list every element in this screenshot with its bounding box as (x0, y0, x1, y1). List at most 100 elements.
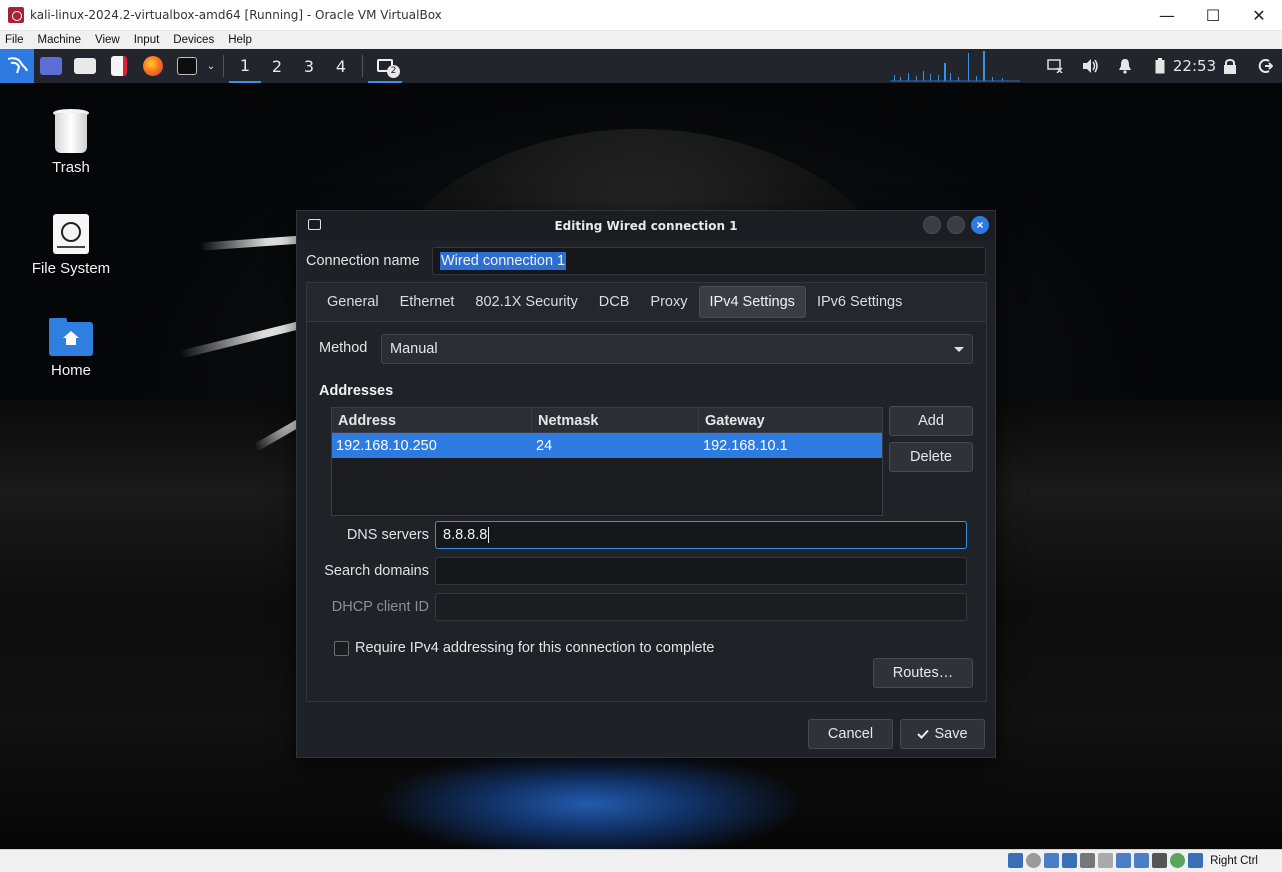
column-address[interactable]: Address (332, 408, 532, 433)
dialog-minimize-button[interactable] (923, 216, 941, 234)
wallpaper-spike (199, 235, 311, 251)
table-row[interactable]: 192.168.10.250 24 192.168.10.1 (332, 433, 882, 458)
routes-button[interactable]: Routes… (873, 658, 973, 688)
menu-machine[interactable]: Machine (38, 34, 81, 46)
method-select[interactable]: Manual (381, 334, 973, 364)
workspace-1[interactable]: 1 (229, 49, 261, 83)
column-gateway[interactable]: Gateway (699, 408, 882, 433)
host-window-title: kali-linux-2024.2-virtualbox-amd64 [Runn… (30, 8, 442, 22)
method-label: Method (319, 340, 368, 356)
recording-icon[interactable] (1134, 853, 1150, 868)
mouse-integration-icon[interactable] (1170, 853, 1186, 868)
desktop-icon-file-system[interactable]: File System (26, 214, 116, 277)
search-domains-row: Search domains (307, 557, 988, 585)
chevron-down-icon (954, 347, 964, 352)
add-address-button[interactable]: Add (889, 406, 973, 436)
drive-icon (53, 214, 89, 254)
column-netmask[interactable]: Netmask (532, 408, 699, 433)
tab-proxy[interactable]: Proxy (640, 286, 697, 318)
panel-clock[interactable]: 22:53 (1173, 49, 1216, 83)
logout-icon[interactable] (1247, 49, 1282, 83)
require-ipv4-label[interactable]: Require IPv4 addressing for this connect… (355, 640, 714, 656)
workspace-4[interactable]: 4 (325, 49, 357, 83)
minimize-button[interactable]: — (1144, 0, 1190, 31)
optical-drive-icon[interactable] (1026, 853, 1042, 868)
cpu-icon[interactable] (1152, 853, 1168, 868)
host-menubar: File Machine View Input Devices Help (0, 31, 1282, 49)
dialog-title: Editing Wired connection 1 (554, 218, 738, 233)
ipv4-settings-page: Method Manual Addresses Address Netmask … (306, 322, 987, 702)
kali-top-panel: ⌄ 1 2 3 4 2 22:53 (0, 49, 1282, 83)
volume-icon[interactable] (1072, 49, 1107, 83)
terminal-icon[interactable] (170, 49, 204, 83)
text-caret (488, 527, 490, 543)
dialog-window-controls: × (923, 216, 989, 234)
tab-ipv6-settings[interactable]: IPv6 Settings (807, 286, 912, 318)
require-ipv4-row: Require IPv4 addressing for this connect… (334, 640, 714, 656)
terminal-dropdown-chevron-icon[interactable]: ⌄ (204, 49, 218, 83)
menu-input[interactable]: Input (134, 34, 160, 46)
addresses-table-header: Address Netmask Gateway (332, 408, 882, 433)
dialog-maximize-button[interactable] (947, 216, 965, 234)
panel-separator (362, 55, 363, 77)
delete-address-button[interactable]: Delete (889, 442, 973, 472)
desktop-icon-trash[interactable]: Trash (26, 109, 116, 176)
guest-display: ⌄ 1 2 3 4 2 22:53 Trash File System Home… (0, 49, 1282, 849)
dialog-titlebar[interactable]: Editing Wired connection 1 × (297, 211, 995, 240)
cell-netmask[interactable]: 24 (532, 433, 699, 458)
text-editor-icon[interactable] (102, 49, 136, 83)
cell-gateway[interactable]: 192.168.10.1 (699, 433, 882, 458)
taskbar-window-button[interactable]: 2 (368, 49, 402, 83)
tab-8021x-security[interactable]: 802.1X Security (465, 286, 587, 318)
home-folder-icon (49, 318, 93, 356)
usb-icon[interactable] (1080, 853, 1096, 868)
battery-icon[interactable] (1142, 49, 1177, 83)
cancel-button[interactable]: Cancel (808, 719, 893, 749)
display-icon[interactable] (1116, 853, 1132, 868)
menu-file[interactable]: File (5, 34, 24, 46)
require-ipv4-checkbox[interactable] (334, 640, 349, 656)
network-icon[interactable] (1062, 853, 1078, 868)
notifications-bell-icon[interactable] (1107, 49, 1142, 83)
dns-servers-input[interactable]: 8.8.8.8 (435, 521, 967, 549)
workspace-2[interactable]: 2 (261, 49, 293, 83)
lock-screen-icon[interactable] (1212, 49, 1247, 83)
menu-help[interactable]: Help (228, 34, 252, 46)
desktop-icon-home[interactable]: Home (26, 318, 116, 379)
cell-address[interactable]: 192.168.10.250 (332, 433, 532, 458)
shared-folders-icon[interactable] (1098, 853, 1114, 868)
virtualbox-icon (8, 7, 24, 23)
workspace-3[interactable]: 3 (293, 49, 325, 83)
wallpaper-glow (380, 749, 800, 849)
connection-name-row: Connection name Wired connection 1 (306, 247, 986, 275)
search-domains-input[interactable] (435, 557, 967, 585)
desktop-icon-label: Home (50, 362, 91, 379)
dhcp-client-id-label: DHCP client ID (331, 599, 429, 615)
host-window-controls: — ☐ ✕ (1144, 0, 1282, 31)
firefox-icon[interactable] (136, 49, 170, 83)
dialog-close-button[interactable]: × (971, 216, 989, 234)
menu-view[interactable]: View (95, 34, 120, 46)
save-button[interactable]: Save (900, 719, 985, 749)
network-disconnected-icon[interactable] (1037, 49, 1072, 83)
close-button[interactable]: ✕ (1236, 0, 1282, 31)
host-titlebar: kali-linux-2024.2-virtualbox-amd64 [Runn… (0, 0, 1282, 31)
addresses-table[interactable]: Address Netmask Gateway 192.168.10.250 2… (331, 407, 883, 516)
tab-general[interactable]: General (317, 286, 389, 318)
keyboard-capture-icon[interactable] (1188, 853, 1204, 868)
vm-status-icons: Right Ctrl (1008, 853, 1258, 868)
audio-icon[interactable] (1044, 853, 1060, 868)
tab-dcb[interactable]: DCB (589, 286, 640, 318)
file-manager-icon[interactable] (68, 49, 102, 83)
connection-name-label: Connection name (306, 253, 420, 269)
tab-ipv4-settings[interactable]: IPv4 Settings (698, 286, 806, 318)
tab-ethernet[interactable]: Ethernet (390, 286, 465, 318)
desktop-show-icon[interactable] (34, 49, 68, 83)
kali-menu-button[interactable] (0, 49, 34, 83)
menu-devices[interactable]: Devices (173, 34, 214, 46)
host-statusbar: Right Ctrl (0, 849, 1282, 872)
maximize-button[interactable]: ☐ (1190, 0, 1236, 31)
hard-disk-icon[interactable] (1008, 853, 1024, 868)
desktop-icon-label: File System (31, 260, 111, 277)
connection-name-input[interactable]: Wired connection 1 (432, 247, 986, 275)
